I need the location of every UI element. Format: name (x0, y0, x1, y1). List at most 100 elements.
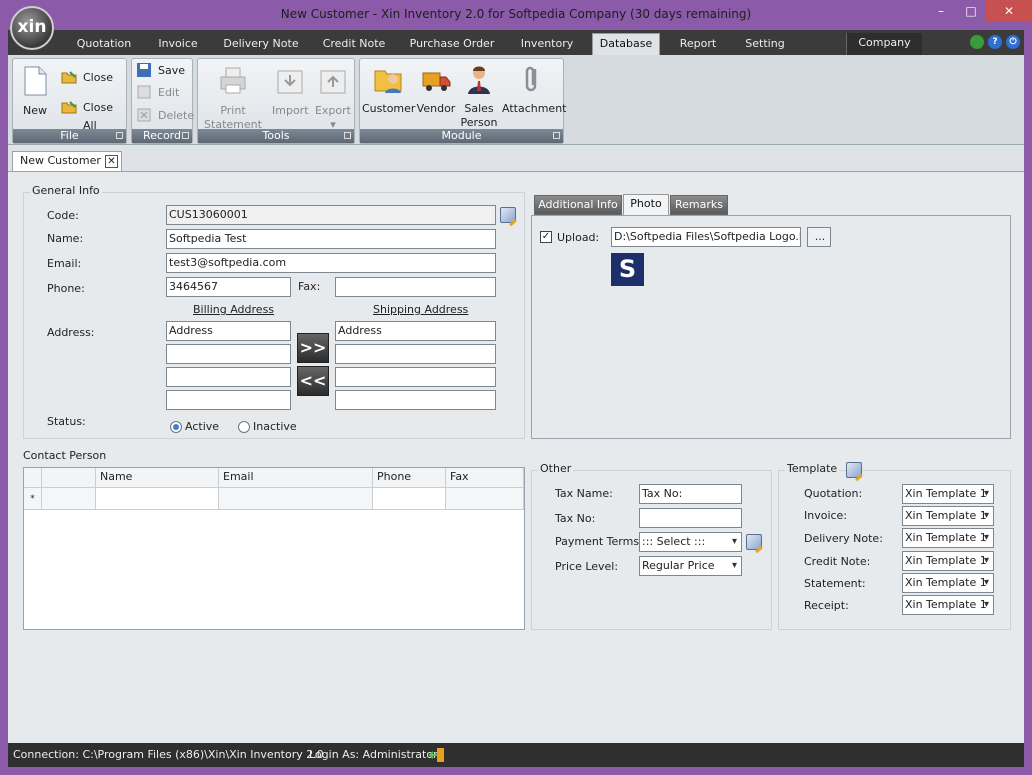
inactive-radio[interactable]: Inactive (238, 420, 297, 433)
shipping-line-1[interactable]: Address (335, 321, 496, 341)
tax-name-field[interactable]: Tax No: (639, 484, 742, 504)
tab-quotation[interactable]: Quotation (70, 36, 138, 55)
credit-note-template-select[interactable]: Xin Template 1 (902, 551, 994, 571)
col-name[interactable]: Name (96, 468, 219, 488)
power-icon[interactable]: ⏻ (1006, 35, 1020, 49)
maximize-button[interactable]: □ (956, 0, 986, 22)
export-icon (320, 70, 346, 94)
grid-col-blank (42, 468, 96, 488)
delivery-note-template-select[interactable]: Xin Template 1 (902, 528, 994, 548)
tab-purchase-order[interactable]: Purchase Order (406, 36, 498, 55)
billing-address-title: Billing Address (193, 303, 275, 316)
record-launcher-icon[interactable] (182, 132, 189, 139)
code-label: Code: (47, 209, 79, 222)
new-row-email[interactable] (219, 488, 373, 510)
edit-code-icon[interactable] (500, 207, 516, 223)
tab-credit-note[interactable]: Credit Note (316, 36, 392, 55)
photo-panel: ✓ Upload: D:\Softpedia Files\Softpedia L… (531, 215, 1011, 439)
logout-icon[interactable] (429, 747, 445, 763)
photo-path-field[interactable]: D:\Softpedia Files\Softpedia Logo.bmp (611, 227, 801, 247)
record-group-label: Record (132, 129, 192, 143)
vendor-button[interactable]: Vendor (414, 63, 458, 116)
tab-photo[interactable]: Photo (623, 194, 669, 215)
edit-template-icon[interactable] (846, 462, 862, 478)
tab-inventory[interactable]: Inventory (512, 36, 582, 55)
new-row-phone[interactable] (373, 488, 446, 510)
other-section: Other Tax Name: Tax No: Tax No: Payment … (531, 462, 772, 630)
phone-field[interactable]: 3464567 (166, 277, 291, 297)
billing-line-1[interactable]: Address (166, 321, 291, 341)
customer-icon (374, 70, 402, 93)
globe-icon[interactable] (970, 35, 984, 49)
tab-report[interactable]: Report (670, 36, 726, 55)
shipping-line-2[interactable] (335, 344, 496, 364)
new-row-fax[interactable] (446, 488, 524, 510)
quotation-template-label: Quotation: (804, 487, 863, 500)
module-launcher-icon[interactable] (553, 132, 560, 139)
help-icon[interactable]: ? (988, 35, 1002, 49)
contact-grid[interactable]: Name Email Phone Fax * (23, 467, 525, 630)
sales-person-button[interactable]: Sales Person (458, 63, 500, 130)
shipping-line-4[interactable] (335, 390, 496, 410)
payment-terms-select[interactable]: ::: Select ::: (639, 532, 742, 552)
billing-line-3[interactable] (166, 367, 291, 387)
new-row-name[interactable] (96, 488, 219, 510)
close-button[interactable]: Close (61, 69, 113, 87)
doc-tab-new-customer[interactable]: New Customer ✕ (12, 151, 122, 171)
copy-to-shipping-button[interactable]: >> (297, 333, 329, 363)
minimize-button[interactable]: – (926, 0, 956, 22)
attachment-button[interactable]: Attachment (502, 63, 567, 116)
delete-button[interactable]: Delete (136, 107, 194, 125)
tab-delivery-note[interactable]: Delivery Note (220, 36, 302, 55)
credit-note-template-label: Credit Note: (804, 555, 871, 568)
close-all-label: Close All (83, 101, 113, 132)
edit-button[interactable]: Edit (136, 84, 179, 102)
new-row-cell[interactable] (42, 488, 96, 510)
close-all-button[interactable]: Close All (61, 99, 126, 132)
tax-no-field[interactable] (639, 508, 742, 528)
billing-line-4[interactable] (166, 390, 291, 410)
invoice-template-select[interactable]: Xin Template 1 (902, 506, 994, 526)
tab-invoice[interactable]: Invoice (148, 36, 208, 55)
statement-template-select[interactable]: Xin Template 1 (902, 573, 994, 593)
receipt-template-select[interactable]: Xin Template 1 (902, 595, 994, 615)
active-radio[interactable]: Active (170, 420, 219, 433)
code-field[interactable]: CUS13060001 (166, 205, 496, 225)
name-field[interactable]: Softpedia Test (166, 229, 496, 249)
shipping-line-3[interactable] (335, 367, 496, 387)
receipt-template-label: Receipt: (804, 599, 849, 612)
close-tab-icon[interactable]: ✕ (105, 155, 118, 168)
save-button[interactable]: Save (136, 62, 185, 80)
new-button[interactable]: New (19, 65, 51, 118)
col-fax[interactable]: Fax (446, 468, 524, 488)
edit-payment-terms-icon[interactable] (746, 534, 762, 550)
upload-checkbox[interactable]: ✓ (540, 231, 552, 243)
new-label: New (23, 104, 47, 117)
copy-to-billing-button[interactable]: << (297, 366, 329, 396)
title-bar: New Customer - Xin Inventory 2.0 for Sof… (0, 0, 1032, 30)
tab-setting[interactable]: Setting (736, 36, 794, 55)
email-field[interactable]: test3@softpedia.com (166, 253, 496, 273)
col-email[interactable]: Email (219, 468, 373, 488)
col-phone[interactable]: Phone (373, 468, 446, 488)
tools-launcher-icon[interactable] (344, 132, 351, 139)
customer-button[interactable]: Customer (362, 63, 415, 116)
app-logo[interactable]: xin (10, 6, 54, 50)
folder-close-icon (61, 71, 77, 84)
browse-button[interactable]: ... (807, 227, 831, 247)
export-button[interactable]: Export ▾ (314, 65, 352, 132)
import-button[interactable]: Import (272, 65, 309, 118)
billing-line-2[interactable] (166, 344, 291, 364)
fax-field[interactable] (335, 277, 496, 297)
printer-icon (220, 67, 246, 94)
tab-remarks[interactable]: Remarks (670, 195, 728, 215)
close-window-button[interactable]: ✕ (986, 0, 1032, 22)
price-level-select[interactable]: Regular Price (639, 556, 742, 576)
ribbon: New Close Close All File Save Edit Delet… (8, 55, 1024, 145)
file-launcher-icon[interactable] (116, 132, 123, 139)
tab-additional-info[interactable]: Additional Info (534, 195, 622, 215)
tab-database[interactable]: Database (592, 33, 660, 55)
tab-company[interactable]: Company (846, 33, 922, 55)
import-label: Import (272, 104, 309, 117)
quotation-template-select[interactable]: Xin Template 1 (902, 484, 994, 504)
